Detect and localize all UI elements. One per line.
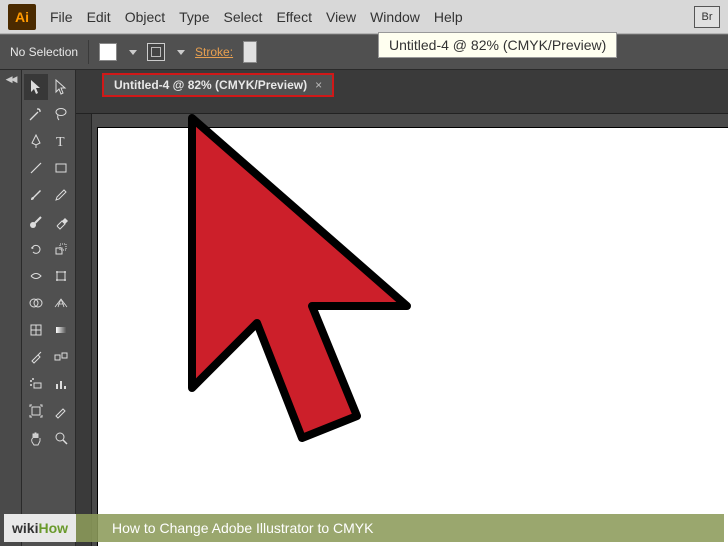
menu-select[interactable]: Select bbox=[224, 9, 263, 25]
artboard-region[interactable] bbox=[92, 114, 728, 546]
width-tool[interactable] bbox=[24, 263, 48, 289]
tools-panel: T bbox=[22, 70, 76, 546]
document-tab-title: Untitled-4 @ 82% (CMYK/Preview) bbox=[114, 78, 307, 92]
rotate-tool[interactable] bbox=[24, 236, 48, 262]
wikihow-badge: wikiHow bbox=[4, 514, 76, 542]
fill-swatch[interactable] bbox=[99, 43, 117, 61]
control-bar: No Selection Stroke: bbox=[0, 34, 728, 70]
menu-window[interactable]: Window bbox=[370, 9, 420, 25]
document-tab-close-icon[interactable]: × bbox=[315, 78, 322, 92]
menubar: Ai File Edit Object Type Select Effect V… bbox=[0, 0, 728, 34]
selection-tool[interactable] bbox=[24, 74, 48, 100]
stroke-weight-field[interactable] bbox=[243, 41, 257, 63]
vertical-ruler bbox=[76, 114, 92, 546]
selection-state-label: No Selection bbox=[10, 45, 78, 59]
stroke-swatch[interactable] bbox=[147, 43, 165, 61]
app-body: ◀◀ T bbox=[0, 70, 728, 546]
hand-tool[interactable] bbox=[24, 425, 48, 451]
menu-object[interactable]: Object bbox=[125, 9, 165, 25]
canvas-wrap bbox=[76, 114, 728, 546]
artboard[interactable] bbox=[98, 128, 728, 546]
menu-help[interactable]: Help bbox=[434, 9, 463, 25]
menu-view[interactable]: View bbox=[326, 9, 356, 25]
column-graph-tool[interactable] bbox=[49, 371, 73, 397]
direct-selection-tool[interactable] bbox=[49, 74, 73, 100]
collapse-icon: ◀◀ bbox=[0, 74, 21, 85]
menu-file[interactable]: File bbox=[50, 9, 73, 25]
horizontal-ruler bbox=[76, 98, 728, 114]
mesh-tool[interactable] bbox=[24, 317, 48, 343]
lasso-tool[interactable] bbox=[49, 101, 73, 127]
menu-type[interactable]: Type bbox=[179, 9, 209, 25]
menu-effect[interactable]: Effect bbox=[276, 9, 312, 25]
menu-edit[interactable]: Edit bbox=[87, 9, 111, 25]
document-tab[interactable]: Untitled-4 @ 82% (CMYK/Preview) × bbox=[102, 73, 334, 97]
stroke-label[interactable]: Stroke: bbox=[195, 45, 233, 59]
blend-tool[interactable] bbox=[49, 344, 73, 370]
svg-text:T: T bbox=[56, 135, 65, 149]
slice-tool[interactable] bbox=[49, 398, 73, 424]
shape-builder-tool[interactable] bbox=[24, 290, 48, 316]
bridge-badge[interactable]: Br bbox=[694, 6, 720, 28]
eyedropper-tool[interactable] bbox=[24, 344, 48, 370]
app-logo: Ai bbox=[8, 4, 36, 30]
pencil-tool[interactable] bbox=[49, 182, 73, 208]
free-transform-tool[interactable] bbox=[49, 263, 73, 289]
caption-text: How to Change Adobe Illustrator to CMYK bbox=[112, 520, 373, 536]
canvas-area: Untitled-4 @ 82% (CMYK/Preview) × bbox=[76, 70, 728, 546]
app-window: Ai File Edit Object Type Select Effect V… bbox=[0, 0, 728, 546]
document-tooltip: Untitled-4 @ 82% (CMYK/Preview) bbox=[378, 32, 617, 58]
blob-brush-tool[interactable] bbox=[24, 209, 48, 235]
perspective-grid-tool[interactable] bbox=[49, 290, 73, 316]
artboard-tool[interactable] bbox=[24, 398, 48, 424]
document-tabbar: Untitled-4 @ 82% (CMYK/Preview) × bbox=[76, 70, 728, 98]
scale-tool[interactable] bbox=[49, 236, 73, 262]
eraser-tool[interactable] bbox=[49, 209, 73, 235]
symbol-sprayer-tool[interactable] bbox=[24, 371, 48, 397]
panel-collapse-strip[interactable]: ◀◀ bbox=[0, 70, 22, 546]
gradient-tool[interactable] bbox=[49, 317, 73, 343]
rectangle-tool[interactable] bbox=[49, 155, 73, 181]
caption-band: How to Change Adobe Illustrator to CMYK bbox=[4, 514, 724, 542]
stroke-dropdown-icon[interactable] bbox=[177, 50, 185, 55]
fill-dropdown-icon[interactable] bbox=[129, 50, 137, 55]
zoom-tool[interactable] bbox=[49, 425, 73, 451]
line-tool[interactable] bbox=[24, 155, 48, 181]
magic-wand-tool[interactable] bbox=[24, 101, 48, 127]
paintbrush-tool[interactable] bbox=[24, 182, 48, 208]
pen-tool[interactable] bbox=[24, 128, 48, 154]
type-tool[interactable]: T bbox=[49, 128, 73, 154]
divider bbox=[88, 40, 89, 64]
